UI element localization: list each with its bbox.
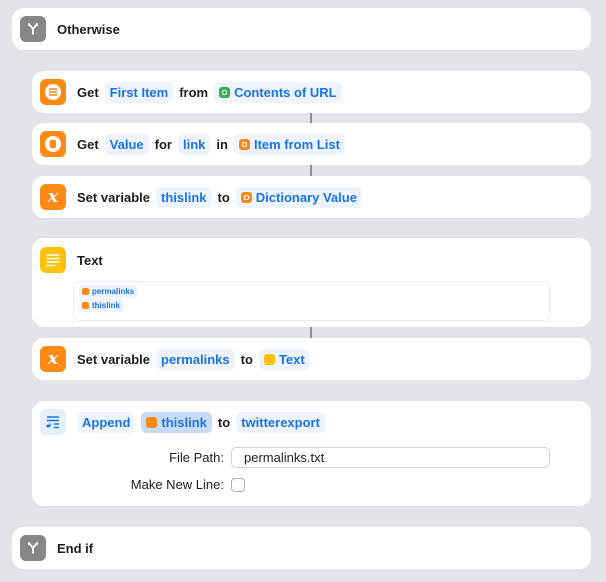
text-action[interactable]: Text permalinks thislink [32,238,591,327]
item-from-list-token[interactable]: Item from List [233,133,345,155]
variable-icon: x [40,184,66,210]
connector-line [310,327,312,338]
set-variable-word: Set variable [77,351,150,367]
make-new-line-checkbox[interactable] [231,477,245,492]
end-if-block[interactable]: End if [12,527,591,569]
thislink-variable-token[interactable]: thislink [79,299,125,312]
otherwise-label: Otherwise [57,21,120,37]
append-icon [40,409,66,435]
variable-icon [82,288,89,295]
text-variable-icon [263,353,275,365]
connector-line [310,165,312,176]
first-item-token[interactable]: First Item [104,81,174,103]
url-icon [219,86,231,98]
variable-icon [146,416,158,428]
for-word: for [154,136,172,152]
otherwise-block[interactable]: Otherwise [12,8,591,50]
get-dictionary-value-action[interactable]: Get Value for link in Item from List [32,123,591,165]
set-variable-permalinks-action[interactable]: x Set variable permalinks to Text [32,338,591,380]
dictionary-value-token[interactable]: Dictionary Value [235,186,362,208]
from-word: from [179,84,209,100]
append-to-file-action[interactable]: Append thislink to twitterexport File Pa… [32,401,591,506]
to-word: to [217,414,231,430]
set-variable-thislink-action[interactable]: x Set variable thislink to Dictionary Va… [32,176,591,218]
link-key-token[interactable]: link [177,133,211,155]
to-word: to [240,351,253,367]
get-item-from-list-action[interactable]: Get First Item from Contents of URL [32,71,591,113]
thislink-variable-token[interactable]: thislink [156,186,212,208]
file-path-row: File Path: [32,447,550,468]
file-path-label: File Path: [169,450,224,465]
text-action-label: Text [77,252,103,268]
get-word: Get [77,136,99,152]
branch-icon [20,16,46,42]
branch-icon [20,535,46,561]
dictionary-variable-icon [240,191,252,203]
dictionary-icon [40,131,66,157]
value-token[interactable]: Value [104,133,149,155]
in-word: in [216,136,228,152]
file-path-input[interactable] [231,447,550,468]
make-new-line-label: Make New Line: [130,477,224,492]
list-icon [40,79,66,105]
thislink-input-token[interactable]: thislink [141,411,212,433]
variable-icon [82,302,89,309]
twitterexport-target-token[interactable]: twitterexport [236,411,325,433]
variable-icon: x [40,346,66,372]
set-variable-word: Set variable [77,189,150,205]
permalinks-variable-token[interactable]: permalinks [156,348,235,370]
end-if-label: End if [57,540,94,556]
list-variable-icon [238,138,250,150]
to-word: to [217,189,230,205]
append-verb-token[interactable]: Append [77,411,136,433]
shortcut-editor: Otherwise Get First Item from Contents o… [0,0,606,582]
text-content-field[interactable]: permalinks thislink [73,281,550,321]
make-new-line-row: Make New Line: [32,477,245,492]
permalinks-variable-token[interactable]: permalinks [79,285,139,298]
connector-line [310,113,312,123]
get-word: Get [77,84,99,100]
contents-of-url-token[interactable]: Contents of URL [214,81,342,103]
text-output-token[interactable]: Text [258,348,310,370]
text-icon [40,247,66,273]
